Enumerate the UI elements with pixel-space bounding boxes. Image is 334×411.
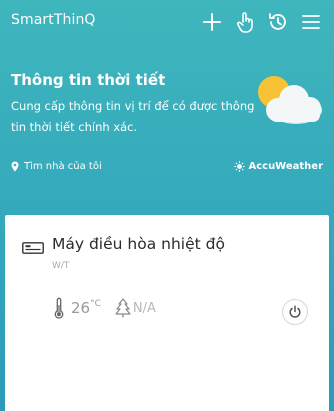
device-card[interactable]: Máy điều hòa nhiệt độ W/T 26 °C N/A <box>5 215 329 411</box>
thermometer-icon <box>54 297 64 319</box>
temperature-value: 26 <box>71 299 91 317</box>
accuweather-label: AccuWeather <box>248 161 323 172</box>
accuweather-sun-icon <box>234 161 246 172</box>
find-my-home-label: Tìm nhà của tôi <box>24 161 102 172</box>
find-my-home-link[interactable]: Tìm nhà của tôi <box>11 161 102 172</box>
app-title: SmartThinQ <box>11 12 96 28</box>
weather-description: Cung cấp thông tin vị trí để có được thô… <box>11 99 255 134</box>
device-status: 26 °C N/A <box>54 297 156 319</box>
history-icon[interactable] <box>265 9 291 35</box>
temperature-unit: °C <box>90 299 101 309</box>
app-bar: SmartThinQ <box>0 0 334 44</box>
device-name: Máy điều hòa nhiệt độ <box>52 235 225 253</box>
weather-tree-icon <box>115 298 131 318</box>
device-subtitle: W/T <box>52 261 70 271</box>
outdoor-weather-value: N/A <box>132 300 156 316</box>
sun-cloud-icon <box>248 70 324 126</box>
menu-icon[interactable] <box>298 9 324 35</box>
power-icon <box>289 305 301 318</box>
plus-icon[interactable] <box>199 9 225 35</box>
air-conditioner-icon <box>22 239 44 258</box>
accuweather-logo: AccuWeather <box>234 161 323 172</box>
weather-title: Thông tin thời tiết <box>11 71 166 89</box>
hand-touch-icon[interactable] <box>233 9 259 35</box>
power-button[interactable] <box>282 299 308 325</box>
location-pin-icon <box>11 161 19 172</box>
